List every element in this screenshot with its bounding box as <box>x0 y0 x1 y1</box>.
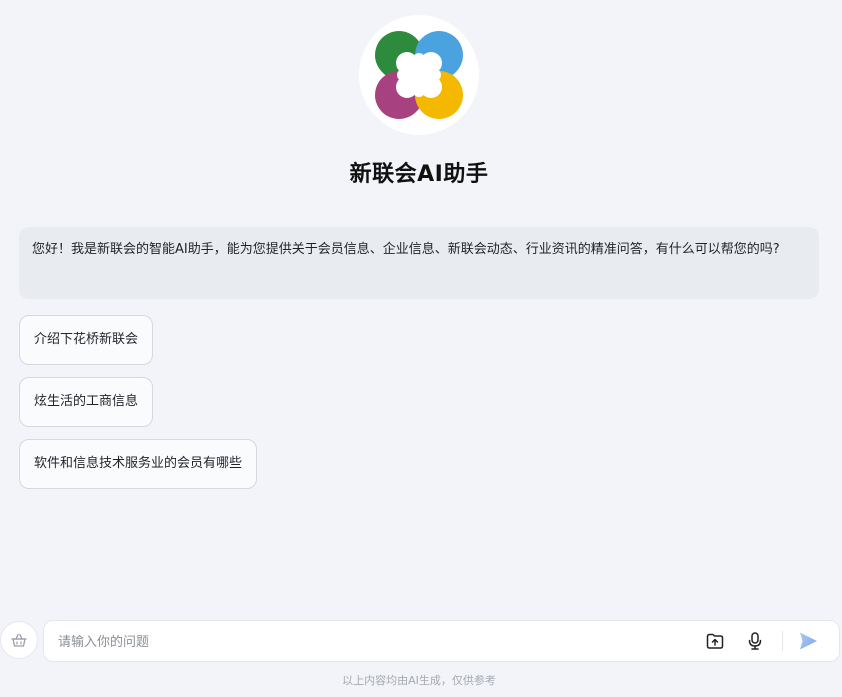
send-button[interactable] <box>797 630 819 652</box>
input-divider <box>782 631 783 651</box>
greeting-text: 您好！我是新联会的智能AI助手，能为您提供关于会员信息、企业信息、新联会动态、行… <box>32 242 780 257</box>
upload-button[interactable] <box>704 630 726 652</box>
suggestion-button-2[interactable]: 炫生活的工商信息 <box>19 377 154 427</box>
basket-icon <box>11 633 27 647</box>
new-chat-button[interactable] <box>0 621 38 659</box>
suggestion-button-3[interactable]: 软件和信息技术服务业的会员有哪些 <box>19 439 258 489</box>
assistant-greeting-message: 您好！我是新联会的智能AI助手，能为您提供关于会员信息、企业信息、新联会动态、行… <box>19 227 819 299</box>
app-logo <box>359 15 479 135</box>
suggestion-label: 软件和信息技术服务业的会员有哪些 <box>34 456 243 471</box>
suggestion-label: 介绍下花桥新联会 <box>34 332 139 347</box>
app-title: 新联会AI助手 <box>349 162 489 187</box>
voice-input-button[interactable] <box>744 630 766 652</box>
four-people-logo-icon <box>375 31 463 119</box>
suggestion-button-1[interactable]: 介绍下花桥新联会 <box>19 315 154 365</box>
microphone-icon <box>748 632 762 650</box>
chat-input-bar <box>43 620 840 662</box>
upload-icon <box>706 633 724 649</box>
question-input[interactable] <box>56 629 690 655</box>
suggestion-label: 炫生活的工商信息 <box>34 394 139 409</box>
ai-disclaimer: 以上内容均由AI生成，仅供参考 <box>342 674 496 687</box>
send-icon <box>800 632 817 650</box>
